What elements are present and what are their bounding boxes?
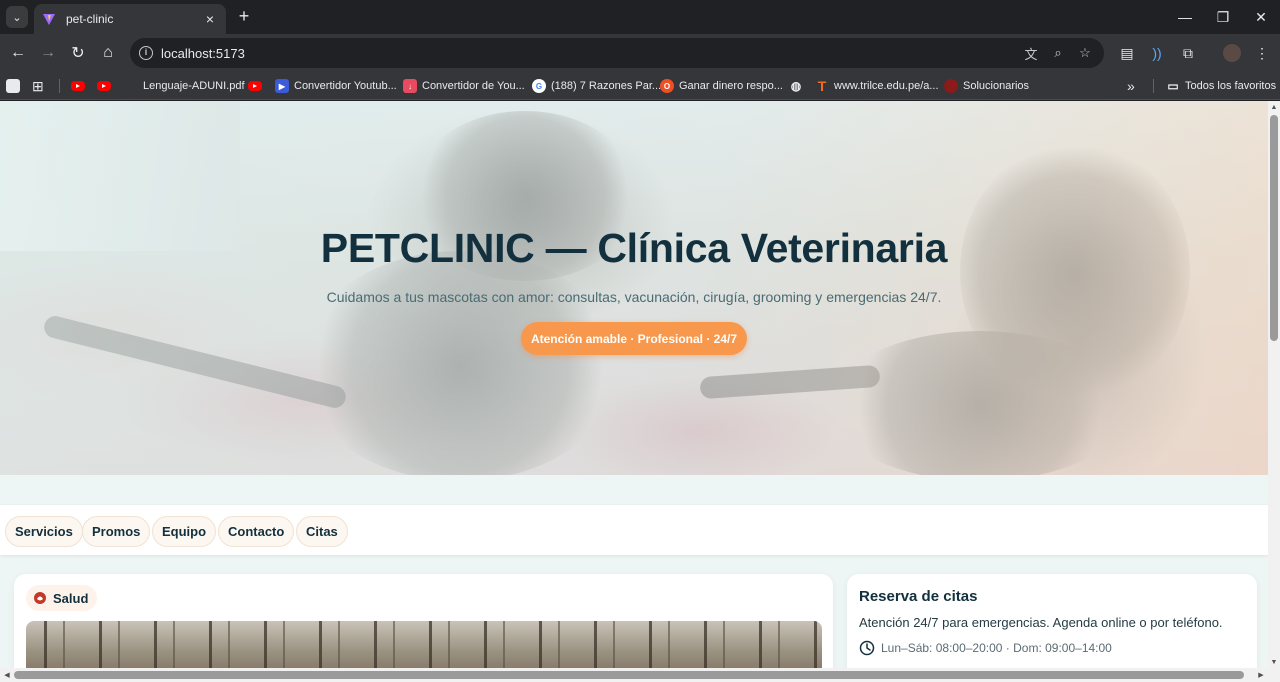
bookmark-label: Convertidor de You...: [422, 80, 525, 92]
reading-list-icon[interactable]: ▤: [1116, 42, 1138, 64]
all-bookmarks-folder[interactable]: ▭ Todos los favoritos: [1166, 76, 1276, 96]
vertical-scrollbar[interactable]: ▲ ▼: [1268, 101, 1280, 668]
site-info-icon[interactable]: i: [139, 46, 153, 60]
tab-title: pet-clinic: [66, 12, 114, 26]
tab-search-button[interactable]: ⌄: [6, 6, 28, 28]
download-icon: ↓: [403, 79, 417, 93]
bookmark-ganar-dinero[interactable]: O Ganar dinero respo...: [660, 76, 783, 96]
nav-equipo[interactable]: Equipo: [152, 516, 217, 547]
bookmarks-bar: ⊞ Lenguaje-ADUNI.pdf ▶ Convertidor Youtu…: [0, 72, 1280, 100]
translate-icon[interactable]: 文: [1022, 44, 1040, 62]
bookmark-app-icon[interactable]: [6, 76, 25, 96]
minimize-icon[interactable]: —: [1166, 0, 1204, 34]
folder-icon: ▭: [1167, 79, 1179, 93]
apps-grid-icon[interactable]: ⊞: [32, 76, 44, 96]
hero-section: PETCLINIC — Clínica Veterinaria Cuidamos…: [0, 101, 1268, 475]
bookmark-label: Ganar dinero respo...: [679, 80, 783, 92]
reload-icon[interactable]: ↻: [66, 41, 90, 65]
scroll-down-arrow-icon[interactable]: ▼: [1268, 656, 1280, 668]
bookmark-star-icon[interactable]: ☆: [1076, 44, 1094, 62]
scroll-right-arrow-icon[interactable]: ▶: [1255, 669, 1267, 681]
category-chip: Salud: [26, 585, 98, 611]
vertical-scroll-thumb[interactable]: [1270, 115, 1278, 341]
booking-card: Reserva de citas Atención 24/7 para emer…: [847, 574, 1257, 668]
hero-title: PETCLINIC — Clínica Veterinaria: [320, 225, 948, 271]
globe-bookmark[interactable]: ◍: [789, 76, 808, 96]
hero-badge: Atención amable · Profesional · 24/7: [521, 322, 747, 355]
horizontal-scrollbar[interactable]: ◀ ▶: [0, 668, 1280, 682]
section-nav: Servicios Promos Equipo Contacto Citas: [0, 505, 1268, 555]
bookmark-label: (188) 7 Razones Par...: [551, 80, 662, 92]
all-bookmarks-label: Todos los favoritos: [1185, 80, 1277, 92]
chip-label: Salud: [53, 590, 89, 606]
forest-photo: [26, 621, 822, 668]
close-window-icon[interactable]: ✕: [1242, 0, 1280, 34]
bookmarks-overflow-icon[interactable]: »: [1127, 76, 1135, 96]
youtube-icon[interactable]: [97, 76, 111, 96]
nav-servicios[interactable]: Servicios: [5, 516, 83, 547]
blank-page-icon: [124, 79, 138, 93]
booking-hours: Lun–Sáb: 08:00–20:00 · Dom: 09:00–14:00: [859, 640, 1112, 656]
browser-toolbar: ← → ↻ ⌂ i localhost:5173 文 ⌕ ☆ ▤ )) ⧉ ⋮: [0, 34, 1280, 72]
hero-subtitle: Cuidamos a tus mascotas con amor: consul…: [326, 289, 942, 305]
nav-promos[interactable]: Promos: [82, 516, 151, 547]
money-app-icon: O: [660, 79, 674, 93]
restore-icon[interactable]: ❐: [1204, 0, 1242, 34]
hours-text: Lun–Sáb: 08:00–20:00 · Dom: 09:00–14:00: [881, 641, 1112, 655]
bookmark-label: Lenguaje-ADUNI.pdf: [143, 80, 245, 92]
bookmark-separator: [59, 79, 60, 93]
bookmark-label: www.trilce.edu.pe/a...: [834, 80, 939, 92]
bookmark-trilce[interactable]: T www.trilce.edu.pe/a...: [815, 76, 939, 96]
back-icon[interactable]: ←: [6, 41, 30, 65]
globe-icon: ◍: [790, 79, 802, 93]
hero-overlay: [0, 101, 1268, 475]
youtube-icon[interactable]: [248, 76, 262, 96]
horizontal-scroll-thumb[interactable]: [14, 671, 1244, 679]
zoom-icon[interactable]: ⌕: [1049, 44, 1067, 62]
converter-icon: ▶: [275, 79, 289, 93]
bookmark-label: Solucionarios: [963, 80, 1030, 92]
extension-wave-icon[interactable]: )): [1146, 42, 1168, 64]
forward-icon[interactable]: →: [36, 41, 60, 65]
bookmark-convertidor-youtube[interactable]: ▶ Convertidor Youtub...: [275, 76, 397, 96]
vite-icon: [43, 14, 55, 25]
google-icon: G: [532, 79, 546, 93]
bookmark-razones[interactable]: G (188) 7 Razones Par...: [532, 76, 661, 96]
nav-citas[interactable]: Citas: [296, 516, 348, 547]
extensions-puzzle-icon[interactable]: ⧉: [1177, 42, 1199, 64]
bookmark-lenguaje[interactable]: Lenguaje-ADUNI.pdf: [124, 76, 245, 96]
tab-pet-clinic[interactable]: pet-clinic ×: [34, 4, 226, 34]
service-card: Salud: [14, 574, 833, 668]
new-tab-button[interactable]: +: [234, 6, 254, 26]
home-icon[interactable]: ⌂: [96, 41, 120, 65]
scroll-up-arrow-icon[interactable]: ▲: [1268, 101, 1280, 113]
youtube-icon[interactable]: [71, 76, 85, 96]
menu-kebab-icon[interactable]: ⋮: [1251, 42, 1273, 64]
bookmark-separator: [1153, 79, 1154, 93]
url-text: localhost:5173: [161, 46, 245, 61]
booking-text: Atención 24/7 para emergencias. Agenda o…: [859, 615, 1223, 630]
solucionarios-icon: [944, 79, 958, 93]
scroll-left-arrow-icon[interactable]: ◀: [1, 669, 13, 681]
bookmark-solucionarios[interactable]: Solucionarios: [944, 76, 1029, 96]
bookmark-label: Convertidor Youtub...: [294, 80, 397, 92]
trilce-icon: T: [817, 78, 827, 94]
tab-strip: ⌄ pet-clinic × + — ❐ ✕: [0, 0, 1280, 34]
bookmark-convertidor-de-you[interactable]: ↓ Convertidor de You...: [403, 76, 525, 96]
nav-contacto[interactable]: Contacto: [218, 516, 295, 547]
pet-health-icon: [34, 592, 46, 604]
booking-title: Reserva de citas: [859, 588, 978, 605]
close-tab-icon[interactable]: ×: [202, 11, 218, 27]
clock-icon: [859, 640, 875, 656]
page-viewport: PETCLINIC — Clínica Veterinaria Cuidamos…: [0, 101, 1268, 668]
address-bar[interactable]: i localhost:5173 文 ⌕ ☆: [130, 38, 1104, 68]
profile-avatar-icon[interactable]: [1221, 42, 1243, 64]
